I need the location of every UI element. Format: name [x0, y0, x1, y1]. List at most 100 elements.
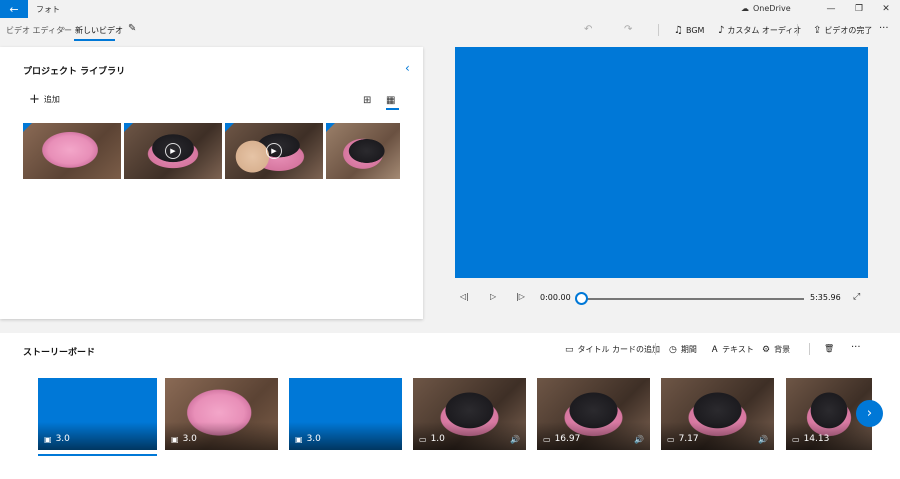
library-thumbnail[interactable]: ▶ [225, 123, 323, 179]
duration-label: 期間 [680, 345, 697, 354]
toolbar-divider [658, 24, 659, 36]
custom-audio-button[interactable]: ♪ カスタム オーディオ [718, 25, 801, 36]
clip-duration-value: 3.0 [306, 434, 321, 444]
storyboard-clip[interactable]: ▣ 3.0 [38, 378, 157, 450]
export-icon: ⇪ [813, 25, 822, 36]
restore-button[interactable]: ❐ [846, 0, 872, 18]
clip-duration: ▭ 1.0 [419, 434, 445, 444]
storyboard-clip[interactable]: ▭ 7.17 🔊 [661, 378, 774, 450]
volume-icon[interactable]: 🔊 [510, 435, 520, 444]
library-thumbnail[interactable] [326, 123, 400, 179]
clip-duration: ▣ 3.0 [44, 434, 70, 444]
scroll-right-button[interactable]: › [856, 400, 883, 427]
storyboard-clip[interactable]: ▣ 3.0 [289, 378, 402, 450]
fullscreen-icon[interactable]: ⤢ [853, 292, 860, 302]
project-library-panel: プロジェクト ライブラリ ‹ + 追加 ⊞ ▦ ▶ ▶ [0, 47, 423, 319]
rename-pencil-icon[interactable]: ✎ [128, 23, 136, 34]
image-icon: ▣ [295, 434, 303, 444]
breadcrumb-underline [74, 39, 115, 41]
music-icon: ♫ [674, 25, 683, 36]
seek-handle[interactable] [574, 292, 588, 305]
storyboard-divider [655, 343, 656, 355]
background-button[interactable]: ⚙ 背景 [762, 344, 790, 355]
clip-duration-value: 3.0 [55, 434, 70, 444]
clock-icon: ◷ [669, 344, 677, 355]
clip-duration-value: 7.17 [678, 434, 699, 444]
in-use-marker [326, 123, 335, 132]
clip-duration: ▭ 16.97 [543, 434, 580, 444]
selected-clip-underline [38, 454, 157, 456]
toolbar: ビデオ エディター › 新しいビデオ ✎ ↶ ↷ ♫ BGM ♪ カスタム オー… [0, 18, 900, 44]
in-use-marker [23, 123, 32, 132]
in-use-marker [225, 123, 234, 132]
plus-icon: + [29, 91, 40, 107]
add-title-card-button[interactable]: ▭ タイトル カードの追加 [565, 344, 660, 355]
video-play-icon: ▶ [165, 143, 181, 159]
finish-video-button[interactable]: ⇪ ビデオの完了 [813, 25, 872, 36]
onedrive-status[interactable]: ☁ OneDrive [741, 4, 791, 13]
clip-duration-value: 16.97 [554, 434, 581, 444]
video-icon: ▭ [419, 434, 427, 444]
seek-track[interactable] [581, 298, 804, 300]
text-icon: Ꭺ [712, 344, 719, 355]
next-frame-icon[interactable]: |▷ [516, 292, 525, 301]
image-icon: ▣ [44, 434, 52, 444]
video-icon: ▭ [543, 434, 551, 444]
title-card-icon: ▭ [565, 344, 574, 355]
tile-view-icon[interactable]: ▦ [386, 95, 395, 106]
add-title-card-label: タイトル カードの追加 [577, 345, 661, 354]
video-icon: ▭ [792, 434, 800, 444]
close-icon: ✕ [882, 4, 890, 14]
custom-audio-label: カスタム オーディオ [727, 26, 802, 35]
storyboard-clip[interactable]: ▭ 16.97 🔊 [537, 378, 650, 450]
background-label: 背景 [774, 345, 791, 354]
volume-icon[interactable]: 🔊 [634, 435, 644, 444]
breadcrumb-separator-icon: › [62, 24, 66, 34]
minimize-button[interactable]: — [818, 0, 844, 18]
storyboard-clip[interactable]: ▣ 3.0 [165, 378, 278, 450]
play-icon[interactable]: ▷ [490, 292, 496, 301]
minimize-icon: — [826, 4, 836, 14]
onedrive-label: OneDrive [753, 4, 791, 13]
library-thumbnail[interactable]: ▶ [124, 123, 222, 179]
volume-icon[interactable]: 🔊 [758, 435, 768, 444]
current-time: 0:00.00 [540, 293, 571, 302]
breadcrumb-current-project: 新しいビデオ [75, 26, 123, 35]
video-preview[interactable] [455, 47, 868, 278]
storyboard-title: ストーリーボード [23, 348, 96, 358]
custom-audio-icon: ♪ [718, 25, 725, 36]
chevron-right-icon: › [866, 406, 873, 421]
bgm-label: BGM [685, 26, 705, 35]
duration-button[interactable]: ◷ 期間 [669, 344, 697, 355]
storyboard-panel: ストーリーボード ▭ タイトル カードの追加 ◷ 期間 Ꭺ テキスト ⚙ 背景 … [0, 333, 900, 479]
clip-duration: ▣ 3.0 [171, 434, 197, 444]
storyboard-divider [809, 343, 810, 355]
library-thumbnail[interactable] [23, 123, 121, 179]
grid-view-icon[interactable]: ⊞ [363, 95, 371, 106]
undo-icon[interactable]: ↶ [584, 24, 592, 35]
storyboard-clip[interactable]: ▭ 1.0 🔊 [413, 378, 526, 450]
clip-duration: ▭ 14.13 [792, 434, 829, 444]
more-options-icon[interactable]: ··· [879, 23, 889, 34]
delete-trash-icon[interactable]: 🗑 [824, 344, 834, 353]
toolbar-divider [797, 24, 798, 36]
collapse-chevron-left-icon[interactable]: ‹ [405, 61, 410, 75]
video-icon: ▭ [667, 434, 675, 444]
bgm-button[interactable]: ♫ BGM [674, 25, 704, 36]
in-use-marker [124, 123, 133, 132]
previous-frame-icon[interactable]: ◁| [460, 292, 469, 301]
clip-duration-value: 1.0 [430, 434, 445, 444]
add-media-button[interactable]: + 追加 [29, 91, 60, 107]
redo-icon[interactable]: ↷ [624, 24, 632, 35]
text-button[interactable]: Ꭺ テキスト [712, 344, 754, 355]
clip-duration-value: 14.13 [803, 434, 830, 444]
app-title: フォト [36, 5, 60, 14]
back-button[interactable]: ← [0, 0, 28, 18]
title-bar: ← フォト ☁ OneDrive — ❐ ✕ [0, 0, 900, 18]
close-button[interactable]: ✕ [873, 0, 899, 18]
total-time: 5:35.96 [810, 293, 841, 302]
project-library-title: プロジェクト ライブラリ [23, 67, 126, 77]
image-icon: ▣ [171, 434, 179, 444]
text-label: テキスト [722, 345, 754, 354]
more-options-icon[interactable]: ··· [851, 342, 861, 353]
